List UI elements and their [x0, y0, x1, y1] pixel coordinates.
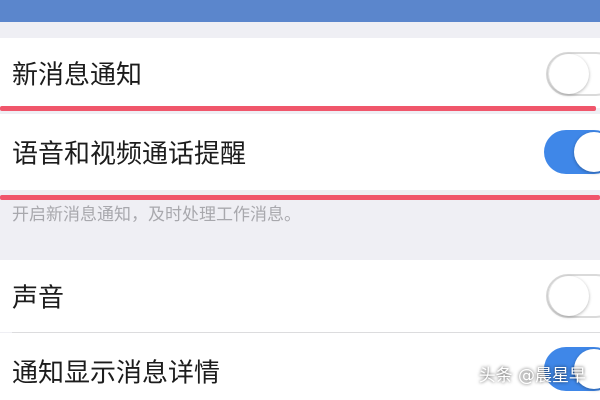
- notification-hint-text: 开启新消息通知，及时处理工作消息。: [12, 205, 301, 225]
- setting-row-new-message-notify: 新消息通知: [0, 38, 600, 108]
- setting-row-sound: 声音: [0, 260, 600, 332]
- toggle-knob: [549, 54, 589, 94]
- voice-video-reminder-label: 语音和视频通话提醒: [12, 139, 247, 170]
- voice-video-reminder-toggle[interactable]: [544, 130, 600, 174]
- sound-toggle[interactable]: [546, 274, 600, 318]
- sound-label: 声音: [12, 283, 65, 314]
- setting-row-voice-video-reminder: 语音和视频通话提醒: [0, 114, 600, 190]
- new-message-notify-toggle[interactable]: [546, 52, 600, 96]
- header-bar: [0, 0, 600, 22]
- highlight-line-top: [0, 106, 596, 111]
- toggle-knob: [549, 276, 589, 316]
- watermark-text: 头条 @晨星早: [478, 366, 586, 386]
- toggle-knob: [574, 132, 600, 172]
- show-details-label: 通知显示消息详情: [12, 358, 221, 389]
- new-message-notify-label: 新消息通知: [12, 60, 143, 91]
